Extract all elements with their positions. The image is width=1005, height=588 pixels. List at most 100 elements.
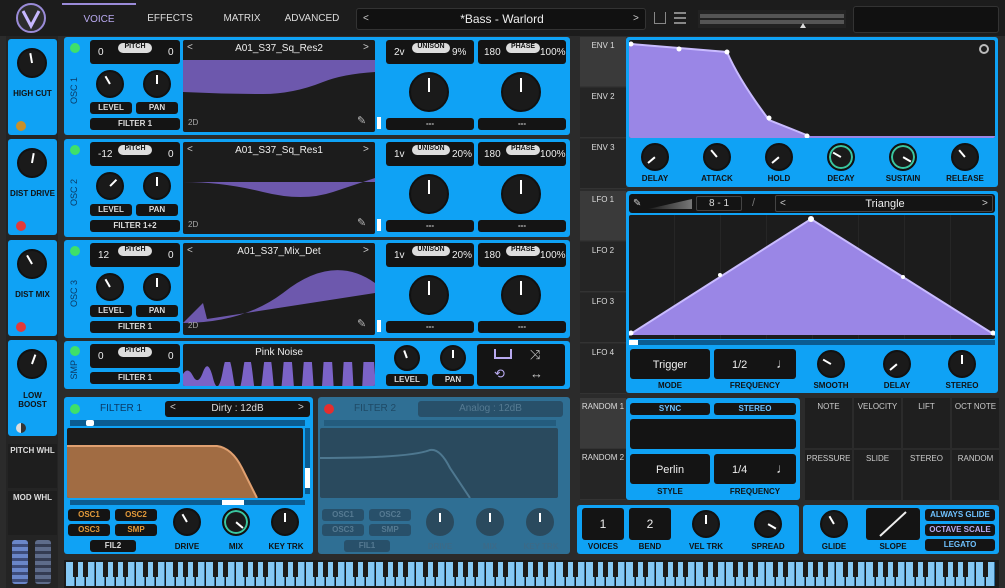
osc-1-level-knob[interactable] xyxy=(96,70,124,98)
osc-3-unison-select[interactable]: --- xyxy=(386,321,474,333)
black-key[interactable] xyxy=(843,562,848,577)
black-key[interactable] xyxy=(593,562,598,577)
black-key[interactable] xyxy=(193,562,198,577)
lfo-shape-select[interactable]: < Triangle > xyxy=(775,195,993,212)
black-key[interactable] xyxy=(423,562,428,577)
mod-source-oct-note[interactable]: OCT NOTE xyxy=(952,398,999,448)
osc-1-wavetable[interactable]: < A01_S37_Sq_Res2 > 2D ✎ xyxy=(183,40,375,132)
vel-trk-knob[interactable] xyxy=(692,510,720,538)
smp-waveform[interactable]: Pink Noise xyxy=(183,344,375,386)
osc-1-view-mode[interactable]: 2D xyxy=(188,118,198,127)
black-key[interactable] xyxy=(883,562,888,577)
filter-1-enable-toggle[interactable] xyxy=(70,404,80,414)
osc-3-level-knob[interactable] xyxy=(96,273,124,301)
black-key[interactable] xyxy=(783,562,788,577)
paint-brush-icon[interactable]: ✎ xyxy=(633,198,641,209)
mod-source-stereo[interactable]: STEREO xyxy=(903,450,950,500)
pencil-icon[interactable]: / xyxy=(752,197,755,209)
black-key[interactable] xyxy=(963,562,968,577)
black-key[interactable] xyxy=(393,562,398,577)
filter-1-keytrk-knob[interactable] xyxy=(271,508,299,536)
smp-enable-toggle[interactable] xyxy=(70,346,80,356)
osc-3-pan-knob[interactable] xyxy=(143,273,171,301)
filter-2-keytrk-knob[interactable] xyxy=(526,508,554,536)
osc-3-pitch-box[interactable]: 12 0 PITCH xyxy=(90,243,180,267)
filter-2-mix-knob[interactable] xyxy=(476,508,504,536)
black-key[interactable] xyxy=(773,562,778,577)
osc-3-spectral-knob[interactable] xyxy=(501,275,541,315)
black-key[interactable] xyxy=(403,562,408,577)
black-key[interactable] xyxy=(363,562,368,577)
black-key[interactable] xyxy=(463,562,468,577)
env-delay-knob[interactable] xyxy=(641,143,669,171)
env-release-knob[interactable] xyxy=(951,143,979,171)
black-key[interactable] xyxy=(613,562,618,577)
smp-level-knob[interactable] xyxy=(394,345,420,371)
black-key[interactable] xyxy=(173,562,178,577)
osc-2-filter-select[interactable]: FILTER 1+2 xyxy=(90,220,180,232)
osc-1-phase-box[interactable]: 180 100% PHASE xyxy=(478,40,566,64)
osc-3-phase-box[interactable]: 180 100% PHASE xyxy=(478,243,566,267)
filter-1-mix-knob[interactable] xyxy=(222,508,250,536)
preset-next-icon[interactable]: > xyxy=(633,13,639,24)
black-key[interactable] xyxy=(153,562,158,577)
black-key[interactable] xyxy=(683,562,688,577)
black-key[interactable] xyxy=(703,562,708,577)
black-key[interactable] xyxy=(213,562,218,577)
filter-1-route-osc2[interactable]: OSC2 xyxy=(115,509,157,521)
black-key[interactable] xyxy=(73,562,78,577)
tab-env-2[interactable]: ENV 2 xyxy=(580,88,626,138)
osc-3-enable-toggle[interactable] xyxy=(70,246,80,256)
osc-3-unison-knob[interactable] xyxy=(409,275,449,315)
filter-1-blend-slider[interactable] xyxy=(70,500,305,505)
osc-2-spectral-select[interactable]: --- xyxy=(478,220,566,232)
filter-2-response-graph[interactable] xyxy=(320,428,558,498)
black-key[interactable] xyxy=(753,562,758,577)
smp-pan-knob[interactable] xyxy=(440,345,466,371)
random-style-select[interactable]: Perlin xyxy=(630,454,710,484)
filter-1-type-select[interactable]: < Dirty : 12dB > xyxy=(165,401,310,417)
mod-wheel[interactable] xyxy=(35,540,51,584)
filter-2-enable-toggle[interactable] xyxy=(324,404,334,414)
env-graph[interactable] xyxy=(629,40,995,138)
black-key[interactable] xyxy=(743,562,748,577)
black-key[interactable] xyxy=(453,562,458,577)
lfo-delay-knob[interactable] xyxy=(883,350,911,378)
osc-2-spectral-knob[interactable] xyxy=(501,174,541,214)
osc-3-view-mode[interactable]: 2D xyxy=(188,321,198,330)
mod-source-lift[interactable]: LIFT xyxy=(903,398,950,448)
zoom-icon[interactable] xyxy=(979,44,989,54)
black-key[interactable] xyxy=(633,562,638,577)
black-key[interactable] xyxy=(853,562,858,577)
osc-1-unison-select[interactable]: --- xyxy=(386,118,474,130)
osc-3-spectral-select[interactable]: --- xyxy=(478,321,566,333)
filter-1-route-osc1[interactable]: OSC1 xyxy=(68,509,110,521)
env-decay-knob[interactable] xyxy=(827,143,855,171)
black-key[interactable] xyxy=(893,562,898,577)
filter-1-response-graph[interactable] xyxy=(67,428,303,498)
black-key[interactable] xyxy=(473,562,478,577)
smp-pitch-box[interactable]: 0 0 PITCH xyxy=(90,344,180,368)
filter-2-cutoff-slider[interactable] xyxy=(324,420,556,426)
osc-2-enable-toggle[interactable] xyxy=(70,145,80,155)
volume-meter[interactable] xyxy=(698,10,846,28)
black-key[interactable] xyxy=(943,562,948,577)
black-key[interactable] xyxy=(953,562,958,577)
mod-source-note[interactable]: NOTE xyxy=(805,398,852,448)
black-key[interactable] xyxy=(603,562,608,577)
filter-2-route-osc1[interactable]: OSC1 xyxy=(322,509,364,521)
loop-icon[interactable]: ⟲ xyxy=(494,366,505,382)
mod-source-pressure[interactable]: PRESSURE xyxy=(805,450,852,500)
osc-1-spectral-knob[interactable] xyxy=(501,72,541,112)
black-key[interactable] xyxy=(143,562,148,577)
legato-toggle[interactable]: LEGATO xyxy=(925,539,995,551)
macro-low-boost-knob[interactable] xyxy=(17,349,47,379)
black-key[interactable] xyxy=(523,562,528,577)
black-key[interactable] xyxy=(383,562,388,577)
osc-2-wave-next-icon[interactable]: > xyxy=(363,144,369,155)
random-note-icon[interactable]: ♩ xyxy=(776,460,790,476)
tab-lfo-3[interactable]: LFO 3 xyxy=(580,293,626,343)
black-key[interactable] xyxy=(573,562,578,577)
octave-scale-toggle[interactable]: OCTAVE SCALE xyxy=(925,524,995,536)
osc-1-spectral-select[interactable]: --- xyxy=(478,118,566,130)
